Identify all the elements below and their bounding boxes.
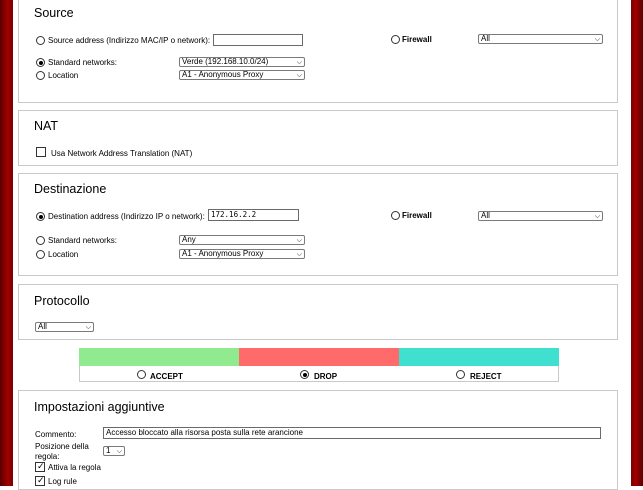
source-section: Source Source address (Indirizzo MAC/IP … [18, 0, 618, 103]
reject-color-swatch [399, 348, 559, 366]
destination-location-label: Location [48, 250, 79, 259]
destination-standard-networks-label: Standard networks: [48, 236, 117, 245]
window-frame-right [631, 0, 643, 486]
source-address-input[interactable] [213, 34, 303, 46]
source-standard-networks-value: Verde (192.168.10.0/24) [182, 57, 269, 66]
log-rule-label: Log rule [48, 477, 77, 486]
source-firewall-radio[interactable] [391, 35, 400, 44]
source-location-value: A1 - Anonymous Proxy [182, 70, 264, 79]
destinazione-title: Destinazione [34, 182, 107, 196]
protocol-select[interactable]: All ⌵ [35, 322, 94, 332]
commento-label: Commento: [35, 430, 77, 439]
source-firewall-label: Firewall [402, 35, 432, 44]
impostazioni-title: Impostazioni aggiuntive [34, 400, 165, 414]
destination-standard-networks-select[interactable]: Any ⌵ [179, 235, 305, 245]
destination-address-radio[interactable] [36, 212, 45, 221]
source-title: Source [34, 6, 74, 20]
destination-location-value: A1 - Anonymous Proxy [182, 249, 264, 258]
chevron-down-icon: ⌵ [116, 447, 122, 455]
destination-address-input[interactable]: 172.16.2.2 [208, 209, 299, 221]
chevron-down-icon: ⌵ [296, 58, 302, 66]
source-location-select[interactable]: A1 - Anonymous Proxy ⌵ [179, 70, 305, 80]
source-standard-networks-radio[interactable] [36, 58, 45, 67]
source-firewall-select[interactable]: All ⌵ [478, 34, 603, 44]
destination-firewall-radio[interactable] [391, 211, 400, 220]
destination-location-select[interactable]: A1 - Anonymous Proxy ⌵ [179, 249, 305, 259]
chevron-down-icon: ⌵ [85, 323, 91, 331]
destination-address-label: Destination address (Indirizzo IP o netw… [48, 212, 205, 221]
accept-label: ACCEPT [150, 372, 183, 381]
commento-input[interactable]: Accesso bloccato alla risorsa posta sull… [103, 427, 601, 439]
chevron-down-icon: ⌵ [296, 250, 302, 258]
drop-radio[interactable] [300, 370, 309, 379]
source-standard-networks-select[interactable]: Verde (192.168.10.0/24) ⌵ [179, 57, 305, 67]
reject-radio[interactable] [456, 370, 465, 379]
check-icon: ✓ [37, 476, 45, 486]
nat-checkbox-label: Usa Network Address Translation (NAT) [51, 149, 193, 158]
accept-radio[interactable] [137, 370, 146, 379]
drop-label: DROP [314, 372, 338, 381]
protocollo-title: Protocollo [34, 294, 90, 308]
check-icon: ✓ [37, 462, 45, 472]
source-location-label: Location [48, 71, 79, 80]
posizione-value: 1 [106, 446, 111, 455]
source-location-radio[interactable] [36, 71, 45, 80]
window-frame-left [0, 0, 13, 486]
chevron-down-icon: ⌵ [594, 35, 600, 43]
attiva-regola-label: Attiva la regola [48, 463, 101, 472]
chevron-down-icon: ⌵ [296, 71, 302, 79]
destination-location-radio[interactable] [36, 250, 45, 259]
posizione-select[interactable]: 1 ⌵ [103, 446, 125, 456]
drop-color-swatch [239, 348, 399, 366]
nat-checkbox[interactable] [36, 147, 46, 157]
nat-section: NAT Usa Network Address Translation (NAT… [18, 110, 618, 166]
impostazioni-section: Impostazioni aggiuntive Commento: Access… [18, 390, 618, 490]
destinazione-section: Destinazione Destination address (Indiri… [18, 173, 618, 276]
source-standard-networks-label: Standard networks: [48, 58, 117, 67]
destination-firewall-label: Firewall [402, 211, 432, 220]
accept-color-swatch [79, 348, 239, 366]
chevron-down-icon: ⌵ [594, 212, 600, 220]
destination-standard-networks-radio[interactable] [36, 236, 45, 245]
protocol-value: All [38, 322, 47, 331]
reject-label: REJECT [470, 372, 502, 381]
destination-standard-networks-value: Any [182, 235, 196, 244]
nat-title: NAT [34, 119, 59, 133]
protocollo-section: Protocollo All ⌵ [18, 284, 618, 340]
chevron-down-icon: ⌵ [296, 236, 302, 244]
attiva-regola-checkbox[interactable]: ✓ [35, 462, 45, 472]
destination-firewall-select[interactable]: All ⌵ [478, 211, 603, 221]
source-address-radio[interactable] [36, 36, 45, 45]
posizione-label-line1: Posizione della [35, 442, 89, 451]
source-address-label: Source address (Indirizzo MAC/IP o netwo… [48, 36, 211, 45]
source-firewall-value: All [481, 34, 490, 43]
log-rule-checkbox[interactable]: ✓ [35, 476, 45, 486]
posizione-label-line2: regola: [35, 452, 60, 461]
rule-editor-page: Source Source address (Indirizzo MAC/IP … [13, 0, 631, 490]
destination-firewall-value: All [481, 211, 490, 220]
